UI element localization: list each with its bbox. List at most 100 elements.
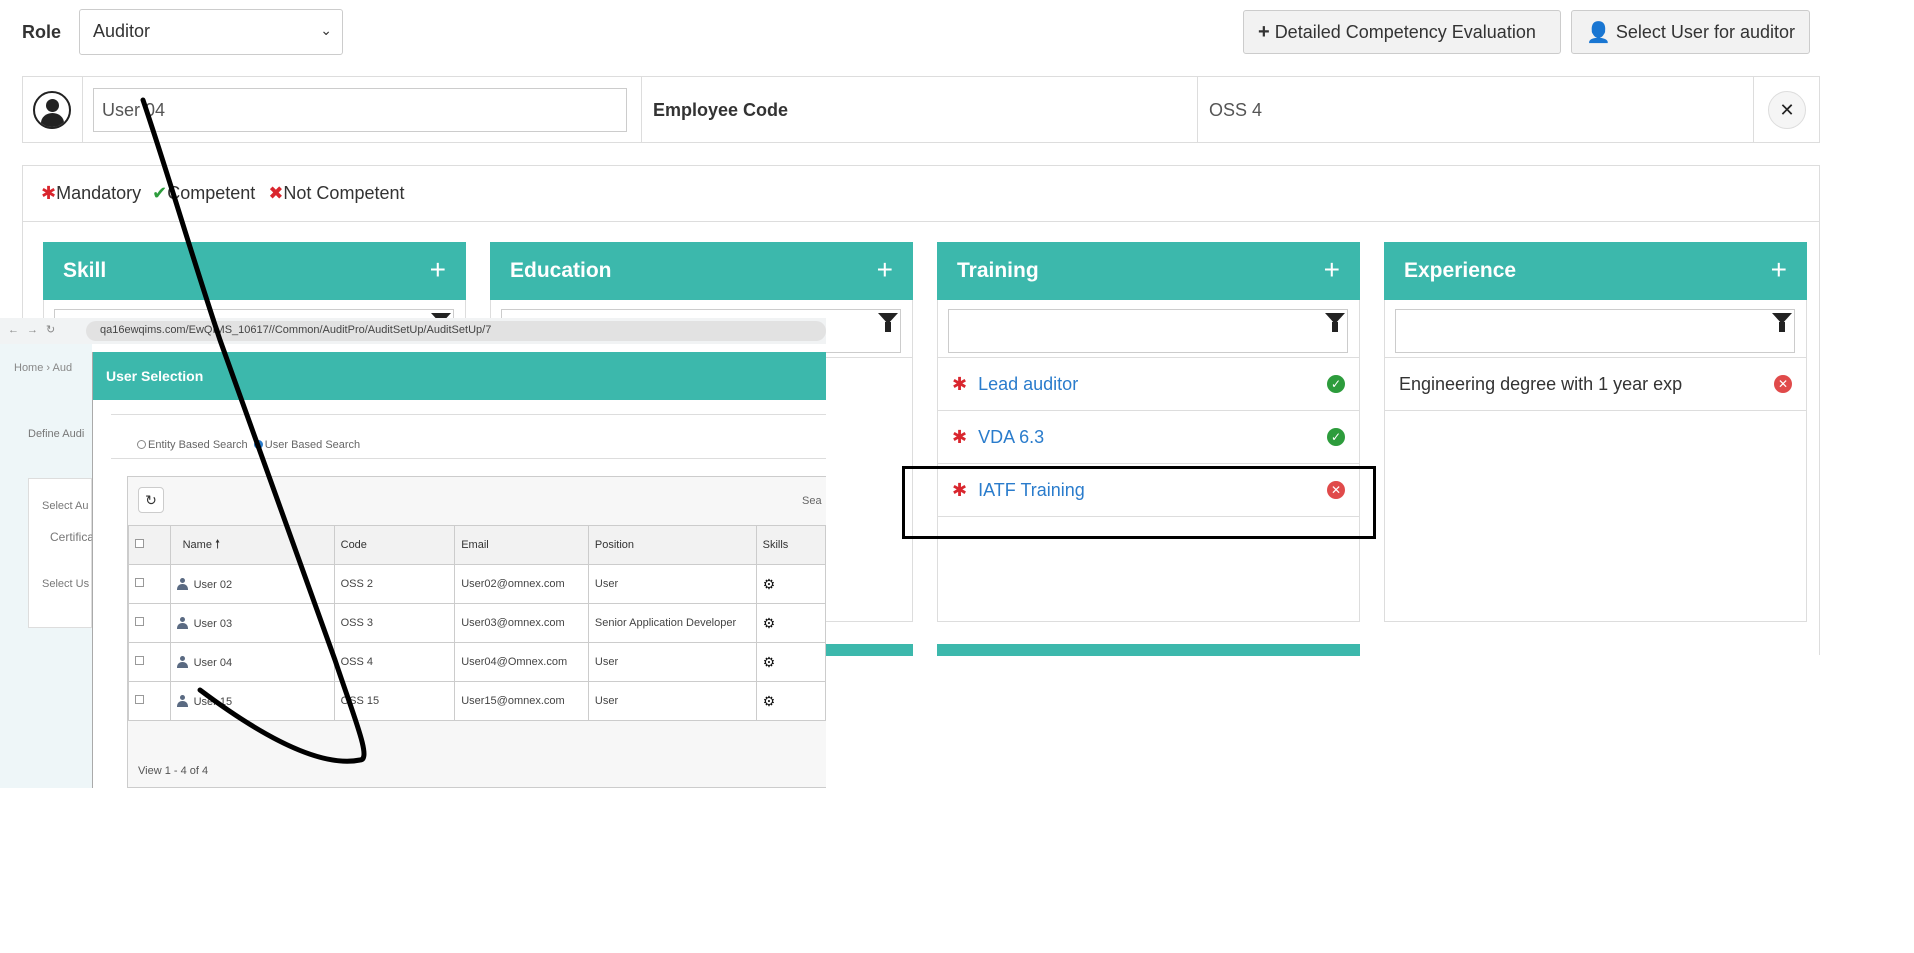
search-type-options: Entity Based Search User Based Search [137,439,360,451]
skills-cell[interactable]: ⚙ [755,603,826,643]
filter-icon[interactable] [1325,313,1345,332]
modal-title: User Selection [93,352,826,400]
name-column-header[interactable]: Name 🠕 [169,525,335,565]
select-audit-value: Certifica [50,530,95,544]
entity-search-radio[interactable] [137,440,146,449]
row-checkbox[interactable] [135,695,144,704]
check-icon: ✔ [152,183,168,203]
row-checkbox[interactable] [135,578,144,587]
refresh-icon[interactable]: ↻ [138,487,164,513]
sort-up-icon: 🠕 [215,536,221,551]
experience-card-header: Experience + [1384,242,1807,300]
training-item-link[interactable]: Lead auditor [978,374,1078,394]
email-cell: User04@Omnex.com [454,642,589,682]
avatar-cell [23,77,83,142]
user-name-input[interactable]: User 04 [93,88,627,132]
legend-competent: Competent [167,183,256,203]
position-column-header[interactable]: Position [587,525,757,565]
employee-code-value: OSS 4 [1198,77,1754,142]
browser-bar: ←→↻ qa16ewqims.com/EwQIMS_10617//Common/… [0,318,826,344]
employee-code-label: Employee Code [642,77,1198,142]
code-column-header[interactable]: Code [333,525,456,565]
add-experience-button[interactable]: + [1771,254,1787,286]
user-icon [176,655,188,668]
select-user-button[interactable]: 👤 Select User for auditor [1571,10,1810,54]
training-filter-input[interactable] [948,309,1348,353]
add-training-button[interactable]: + [1324,254,1340,286]
email-cell: User02@omnex.com [454,564,589,604]
avatar [33,91,71,129]
competent-check-icon: ✓ [1327,428,1345,446]
training-card-header: Training + [937,242,1360,300]
skill-card-header: Skill + [43,242,466,300]
user-icon [176,616,188,629]
position-cell: User [587,564,757,604]
row-checkbox-cell[interactable] [128,642,171,682]
detailed-competency-evaluation-label: Detailed Competency Evaluation [1274,21,1536,42]
close-cell: ✕ [1754,77,1820,142]
email-column-header[interactable]: Email [454,525,589,565]
legend-not-competent: Not Competent [283,183,405,203]
table-row[interactable]: User 03 OSS 3 User03@omnex.com Senior Ap… [128,603,826,643]
address-bar[interactable]: qa16ewqims.com/EwQIMS_10617//Common/Audi… [86,321,826,341]
skills-cell[interactable]: ⚙ [755,564,826,604]
row-checkbox-cell[interactable] [128,603,171,643]
user-search-label: User Based Search [264,439,361,451]
code-cell: OSS 15 [333,681,456,721]
skills-cell[interactable]: ⚙ [755,681,826,721]
select-all-header[interactable] [128,525,171,565]
avatar-body [41,113,64,127]
training-card: Training + ✱ Lead auditor ✓ ✱ VDA 6.3 ✓ … [937,242,1360,622]
close-button[interactable]: ✕ [1768,91,1806,129]
user-grid: ↻ Sea Name 🠕 Code Email Position Skills [127,476,826,788]
user-row: User 04 Employee Code OSS 4 ✕ [22,76,1820,143]
mandatory-star-icon: ✱ [952,427,968,447]
highlight-annotation-box [902,466,1376,539]
skills-icon[interactable]: ⚙ [763,576,776,592]
skill-card-title: Skill [63,259,107,282]
position-cell: Senior Application Developer [587,603,757,643]
skills-cell[interactable]: ⚙ [755,642,826,682]
table-row[interactable]: User 02 OSS 2 User02@omnex.com User ⚙ [128,564,826,604]
select-all-checkbox[interactable] [135,539,144,548]
name-column-label: Name [182,538,212,551]
table-row[interactable]: User 04 OSS 4 User04@Omnex.com User ⚙ [128,642,826,682]
role-label: Role [22,22,62,42]
row-checkbox[interactable] [135,617,144,626]
avatar-head [46,99,59,112]
experience-filter-input[interactable] [1395,309,1795,353]
select-user-label: Select User for auditor [1615,21,1795,42]
training-item: ✱ Lead auditor ✓ [938,358,1359,411]
skills-icon[interactable]: ⚙ [763,693,776,709]
filter-icon[interactable] [878,313,898,332]
add-education-button[interactable]: + [877,254,893,286]
experience-filter-row [1385,300,1806,358]
legend: ✱Mandatory ✔Competent ✖Not Competent [23,166,1819,222]
row-checkbox-cell[interactable] [128,564,171,604]
training-item-link[interactable]: VDA 6.3 [978,427,1044,447]
user-search-radio[interactable] [253,440,263,449]
position-cell: User [587,681,757,721]
not-competent-x-icon: ✕ [1774,375,1792,393]
select-audit-label: Select Au [42,500,89,512]
skills-icon[interactable]: ⚙ [763,654,776,670]
row-checkbox-cell[interactable] [128,681,171,721]
role-select-value: Auditor [93,21,151,41]
chevron-down-icon: ⌄ [320,22,332,38]
skills-column-header[interactable]: Skills [755,525,826,565]
table-header-row: Name 🠕 Code Email Position Skills [128,525,826,565]
user-name: User 15 [193,695,233,708]
table-row[interactable]: User 15 OSS 15 User15@omnex.com User ⚙ [128,681,826,721]
training-filter-row [938,300,1359,358]
row-checkbox[interactable] [135,656,144,665]
skills-icon[interactable]: ⚙ [763,615,776,631]
filter-icon[interactable] [1772,313,1792,332]
role-select[interactable]: Auditor ⌄ [79,9,343,55]
add-skill-button[interactable]: + [430,254,446,286]
cross-icon: ✖ [268,183,284,203]
name-cell: User 04 [169,642,335,682]
user-table: Name 🠕 Code Email Position Skills User 0… [128,525,826,721]
card-strip [937,644,1360,656]
detailed-competency-evaluation-button[interactable]: + Detailed Competency Evaluation [1243,10,1561,54]
position-cell: User [587,642,757,682]
